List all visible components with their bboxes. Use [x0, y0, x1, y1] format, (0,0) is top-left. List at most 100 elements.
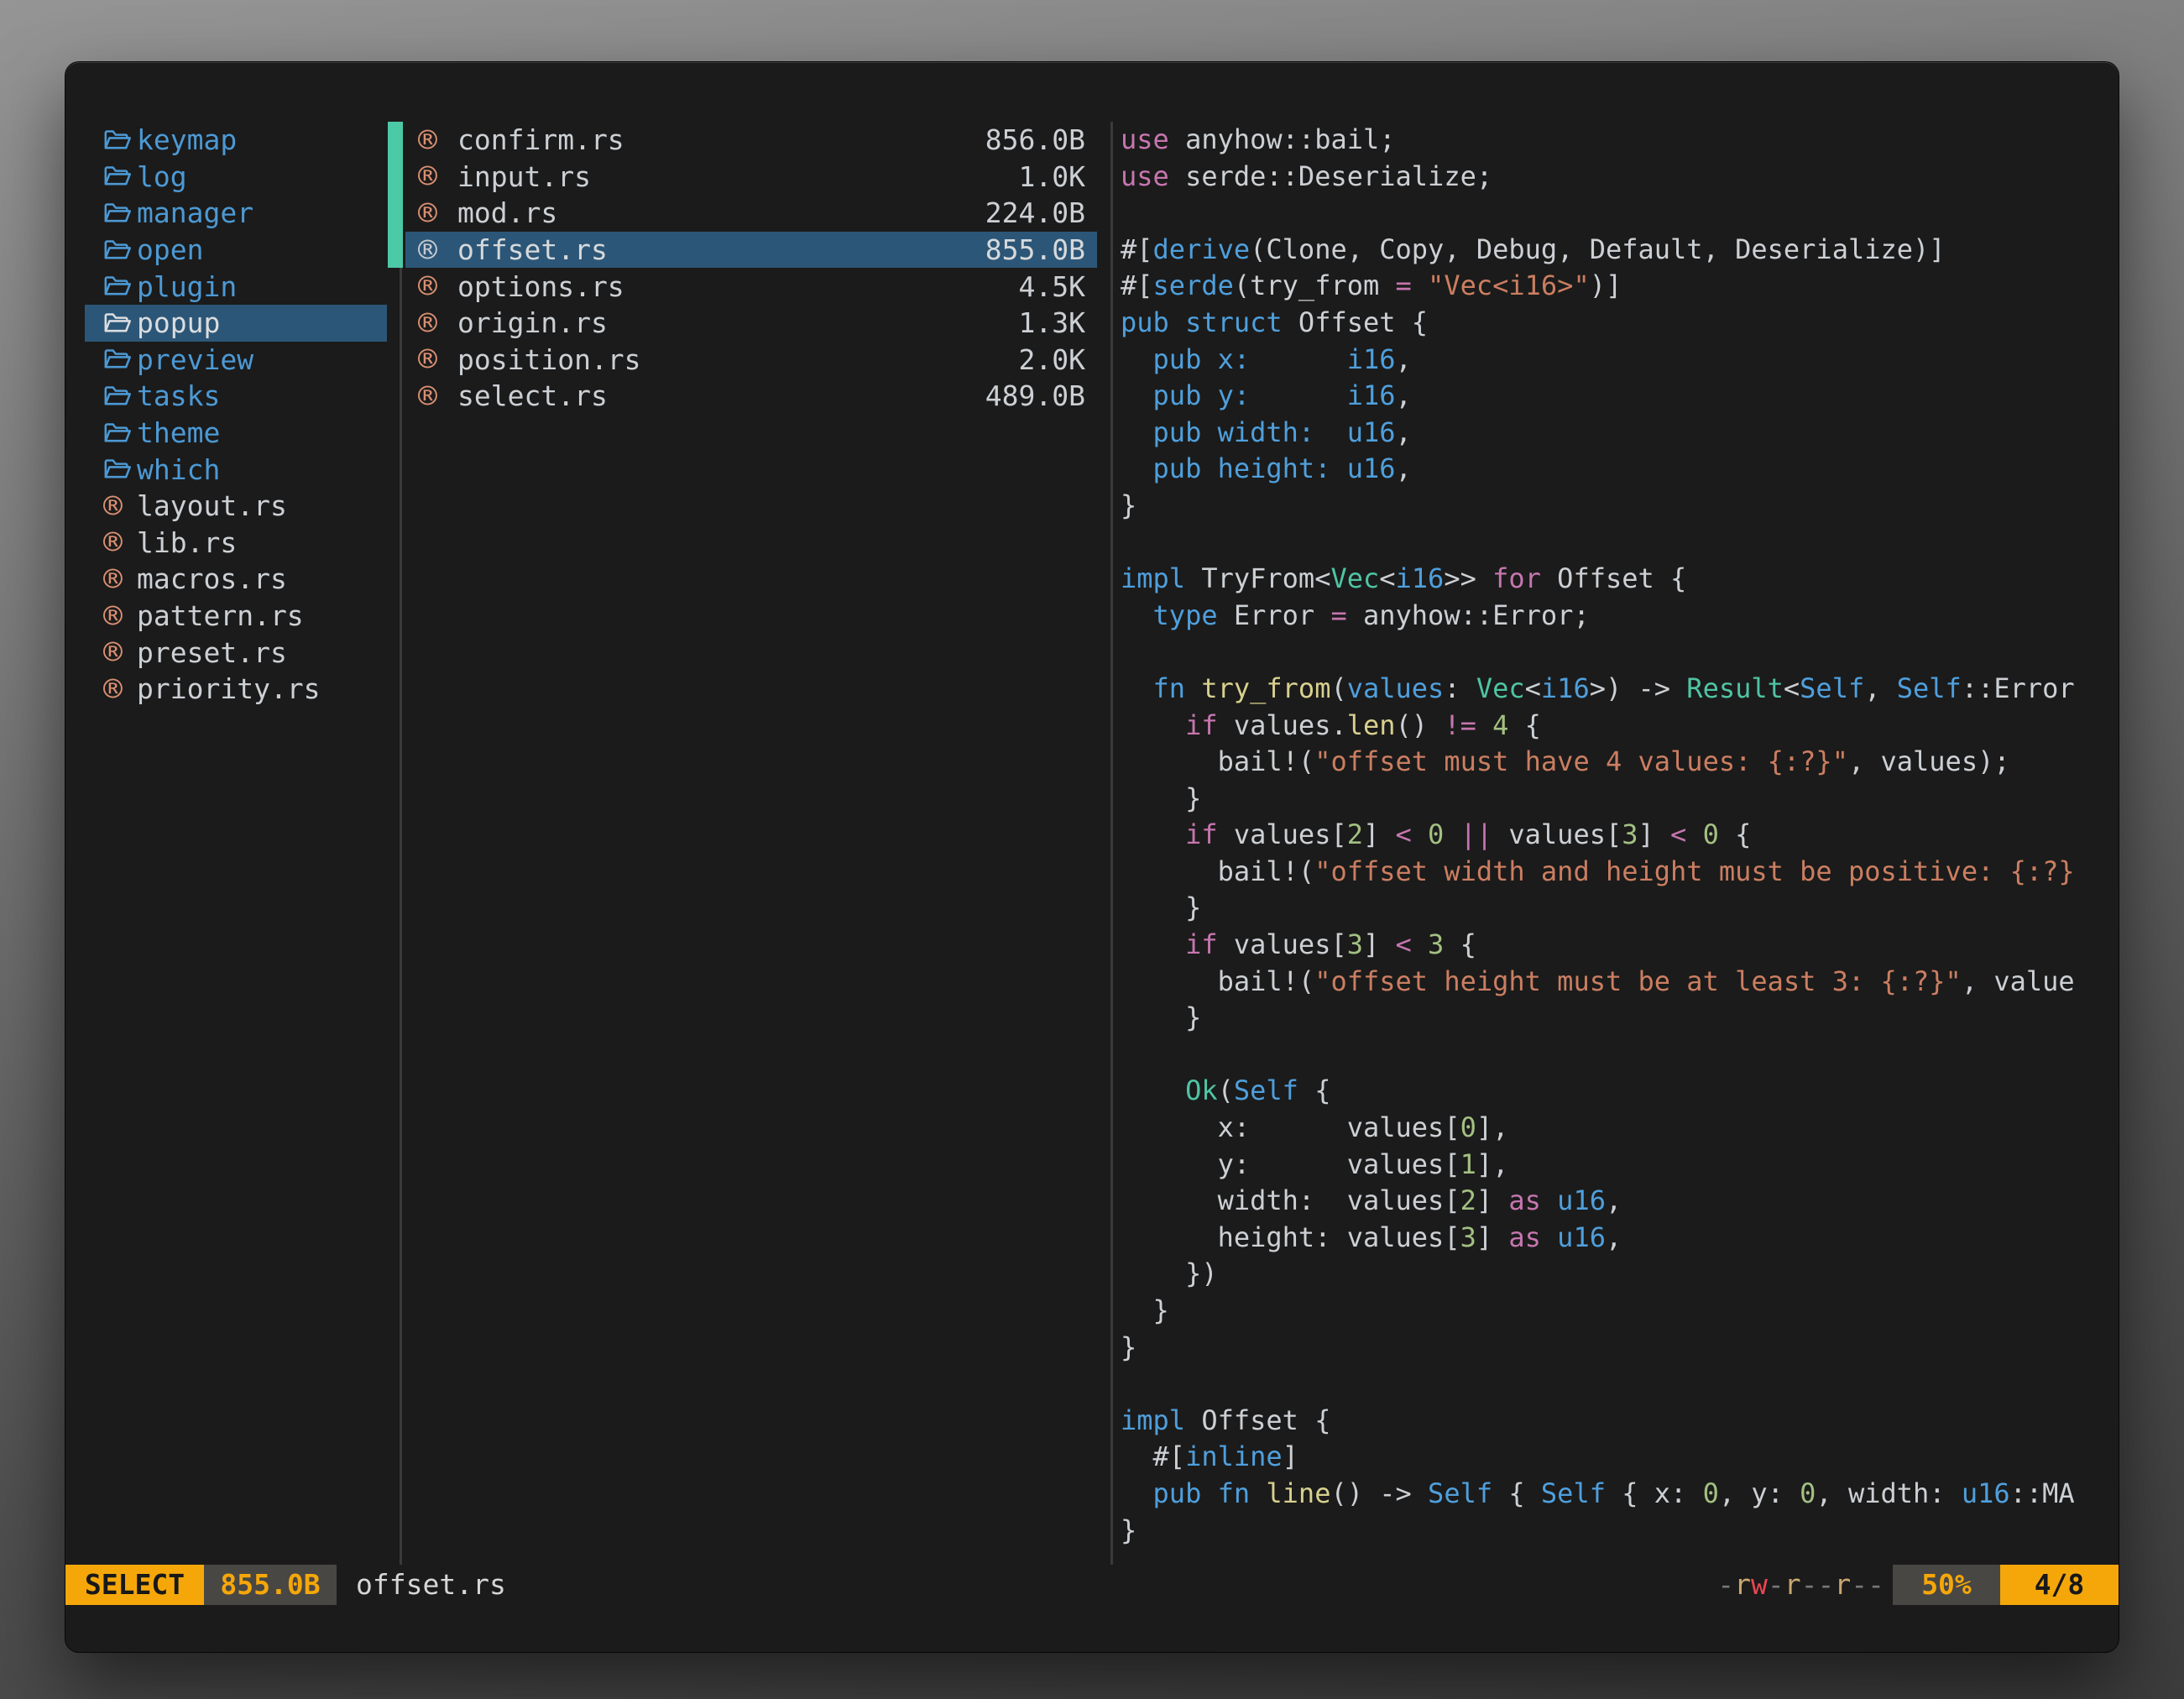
parent-directory-pane: keymaplogmanageropenpluginpopup previewta… [85, 122, 387, 708]
file-row-position-rs[interactable]: ®position.rs2.0K [405, 342, 1097, 379]
sidebar-item-layout-rs[interactable]: ® layout.rs [85, 488, 387, 525]
code-line: impl Offset { [1121, 1403, 2119, 1440]
code-line [1121, 634, 2119, 671]
sidebar-item-label: lib.rs [137, 526, 237, 559]
rust-file-icon: ® [103, 564, 123, 594]
sidebar-item-macros-rs[interactable]: ® macros.rs [85, 561, 387, 598]
sidebar-item-preview[interactable]: preview [85, 342, 387, 379]
code-line: width: values[2] as u16, [1121, 1183, 2119, 1220]
open-folder-icon [103, 128, 132, 153]
open-folder-icon [103, 384, 132, 409]
rust-file-icon: ® [103, 674, 123, 704]
code-line: #[inline] [1121, 1439, 2119, 1476]
code-line: pub width: u16, [1121, 415, 2119, 452]
file-row-confirm-rs[interactable]: ®confirm.rs856.0B [405, 122, 1097, 159]
sidebar-item-keymap[interactable]: keymap [85, 122, 387, 159]
file-name: position.rs [457, 343, 641, 376]
code-line: } [1121, 488, 2119, 525]
sidebar-item-label: keymap [137, 123, 237, 156]
sidebar-item-lib-rs[interactable]: ®lib.rs [85, 525, 387, 562]
file-size: 1.0K [1019, 160, 1097, 193]
file-preview-pane: use anyhow::bail;use serde::Deserialize;… [1121, 122, 2119, 1550]
code-line: #[derive(Clone, Copy, Debug, Default, De… [1121, 232, 2119, 269]
sidebar-item-label: theme [137, 416, 220, 449]
status-bar: SELECT 855.0B offset.rs -rw-r--r-- 50% 4… [65, 1565, 2119, 1605]
rust-file-icon: ® [103, 601, 123, 631]
open-folder-icon [103, 201, 132, 226]
file-size: 1.3K [1019, 306, 1097, 339]
sidebar-item-plugin[interactable]: plugin [85, 268, 387, 305]
file-size: 2.0K [1019, 343, 1097, 376]
sidebar-item-tasks[interactable]: tasks [85, 378, 387, 415]
sidebar-item-theme[interactable]: theme [85, 415, 387, 452]
open-folder-icon [103, 421, 132, 446]
code-line: bail!("offset width and height must be p… [1121, 854, 2119, 891]
sidebar-item-preset-rs[interactable]: ® preset.rs [85, 634, 387, 671]
list-range-marker [388, 122, 403, 268]
file-size-badge: 855.0B [204, 1565, 337, 1605]
sidebar-item-label: preset.rs [137, 636, 287, 669]
desktop-background: keymaplogmanageropenpluginpopup previewta… [0, 0, 2184, 1699]
file-size: 856.0B [985, 123, 1097, 156]
code-line: } [1121, 1000, 2119, 1037]
file-row-input-rs[interactable]: ®input.rs1.0K [405, 159, 1097, 196]
code-line: type Error = anyhow::Error; [1121, 598, 2119, 635]
rust-file-icon: ® [418, 235, 437, 265]
code-line: if values.len() != 4 { [1121, 708, 2119, 745]
sidebar-item-label: manager [137, 196, 253, 229]
sidebar-item-open[interactable]: open [85, 232, 387, 269]
code-line: } [1121, 890, 2119, 927]
file-row-options-rs[interactable]: ®options.rs4.5K [405, 268, 1097, 305]
file-row-offset-rs[interactable]: ®offset.rs855.0B [405, 232, 1097, 269]
file-row-mod-rs[interactable]: ®mod.rs224.0B [405, 195, 1097, 232]
sidebar-item-label: pattern.rs [137, 599, 304, 632]
code-line: } [1121, 1513, 2119, 1550]
code-line: pub fn line() -> Self { Self { x: 0, y: … [1121, 1476, 2119, 1513]
sidebar-item-which[interactable]: which [85, 451, 387, 488]
file-name: options.rs [457, 270, 624, 303]
open-folder-icon [103, 347, 132, 372]
file-permissions: -rw-r--r-- [1717, 1565, 1884, 1605]
file-row-origin-rs[interactable]: ® origin.rs 1.3K [405, 305, 1097, 342]
file-name: offset.rs [457, 233, 608, 266]
mode-badge: SELECT [65, 1565, 204, 1605]
rust-file-icon: ® [418, 271, 437, 301]
sidebar-item-label: plugin [137, 270, 237, 303]
current-directory-pane: ®confirm.rs856.0B®input.rs1.0K®mod.rs224… [405, 122, 1097, 415]
rust-file-icon: ® [418, 381, 437, 411]
sidebar-item-label: popup [137, 306, 220, 339]
open-folder-icon [103, 238, 132, 263]
sidebar-item-manager[interactable]: manager [85, 195, 387, 232]
status-spacer [506, 1565, 1717, 1605]
sidebar-item-popup[interactable]: popup [85, 305, 387, 342]
code-line [1121, 525, 2119, 562]
file-row-select-rs[interactable]: ®select.rs489.0B [405, 378, 1097, 415]
code-line [1121, 1366, 2119, 1403]
file-name: origin.rs [457, 306, 608, 339]
sidebar-item-log[interactable]: log [85, 159, 387, 196]
rust-file-icon: ® [103, 491, 123, 521]
sidebar-item-label: macros.rs [137, 562, 287, 595]
sidebar-item-priority-rs[interactable]: ®priority.rs [85, 671, 387, 708]
code-line: height: values[3] as u16, [1121, 1220, 2119, 1257]
file-size: 224.0B [985, 196, 1097, 229]
file-size: 489.0B [985, 379, 1097, 412]
code-line: impl TryFrom<Vec<i16>> for Offset { [1121, 561, 2119, 598]
list-percent-badge: 50% [1893, 1565, 2000, 1605]
sidebar-item-label: layout.rs [137, 489, 287, 522]
open-folder-icon [103, 457, 132, 482]
pane-divider-right [1110, 122, 1113, 1565]
code-line: } [1121, 1330, 2119, 1367]
code-line: use anyhow::bail; [1121, 122, 2119, 159]
sidebar-item-label: tasks [137, 379, 220, 412]
code-line: } [1121, 781, 2119, 818]
sidebar-item-label: preview [137, 343, 253, 376]
code-line: bail!("offset height must be at least 3:… [1121, 964, 2119, 1001]
rust-file-icon: ® [103, 637, 123, 667]
rust-file-icon: ® [418, 308, 437, 338]
code-line: x: values[0], [1121, 1110, 2119, 1147]
code-line: Ok(Self { [1121, 1073, 2119, 1110]
code-line: if values[2] < 0 || values[3] < 0 { [1121, 817, 2119, 854]
open-folder-icon [103, 274, 132, 299]
sidebar-item-pattern-rs[interactable]: ® pattern.rs [85, 598, 387, 635]
